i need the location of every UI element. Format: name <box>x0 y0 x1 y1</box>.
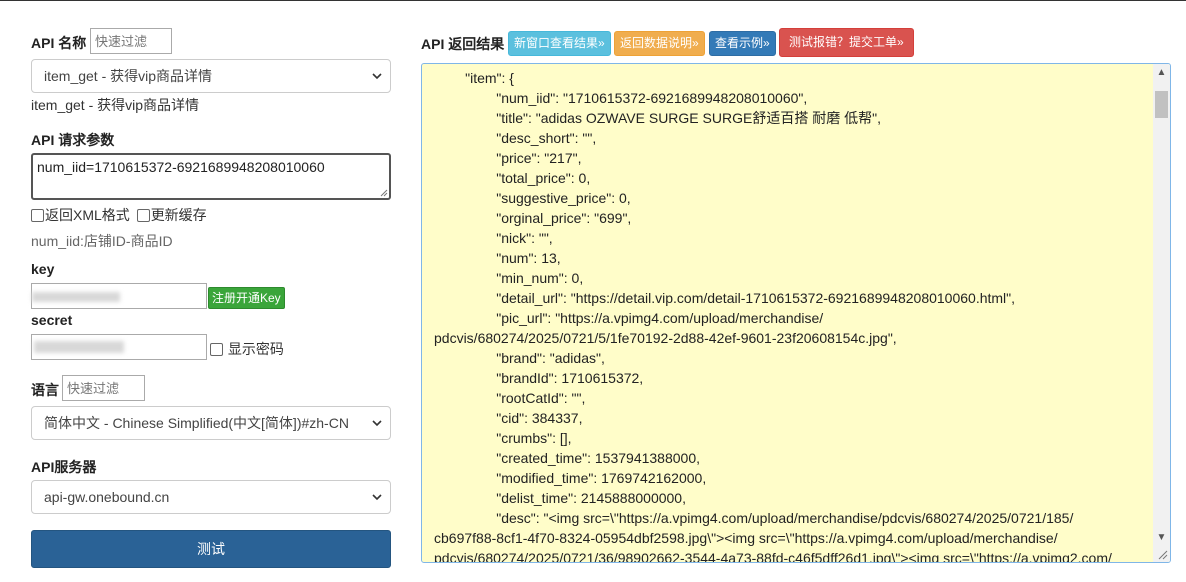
xml-checkbox[interactable] <box>31 209 44 222</box>
result-textarea[interactable]: "item": { "num_iid": "1710615372-6921689… <box>421 63 1171 563</box>
cache-checkbox[interactable] <box>136 209 150 222</box>
language-filter-input[interactable] <box>62 375 145 401</box>
chevron-down-icon <box>372 420 382 427</box>
secret-input[interactable] <box>31 334 207 360</box>
language-select[interactable]: 简体中文 - Chinese Simplified(中文[简体])#zh-CN <box>31 406 391 440</box>
params-value: num_iid=1710615372-6921689948208010060 <box>37 159 325 175</box>
api-select[interactable]: item_get - 获得vip商品详情 <box>31 59 391 93</box>
data-doc-button[interactable]: 返回数据说明» <box>614 31 705 56</box>
scrollbar-thumb[interactable] <box>1155 91 1168 118</box>
param-hint: num_iid:店铺ID-商品ID <box>31 233 173 249</box>
resize-handle-icon[interactable] <box>1156 548 1168 560</box>
api-name-filter-input[interactable] <box>90 28 172 54</box>
register-key-button[interactable]: 注册开通Key <box>208 287 285 309</box>
api-name-label: API 名称 <box>31 35 87 51</box>
params-textarea[interactable]: num_iid=1710615372-6921689948208010060 <box>31 153 391 200</box>
secret-label: secret <box>31 312 73 328</box>
submit-ticket-button[interactable]: 测试报错？提交工单» <box>779 28 914 57</box>
masked-key <box>32 292 120 302</box>
show-password-label[interactable]: 显示密码 <box>228 341 284 357</box>
api-description: item_get - 获得vip商品详情 <box>31 97 200 113</box>
scroll-down-icon[interactable]: ▼ <box>1153 529 1170 546</box>
xml-checkbox-label[interactable]: 返回XML格式 <box>45 207 130 223</box>
result-json-text: "item": { "num_iid": "1710615372-6921689… <box>434 70 1112 563</box>
option-row: 返回XML格式 更新缓存 <box>31 205 207 225</box>
server-label: API服务器 <box>31 459 97 475</box>
server-select-value: api-gw.onebound.cn <box>44 489 170 505</box>
language-select-value: 简体中文 - Chinese Simplified(中文[简体])#zh-CN <box>44 415 349 431</box>
result-scrollbar[interactable]: ▲ ▼ <box>1153 64 1170 562</box>
key-input[interactable] <box>31 283 207 309</box>
key-label: key <box>31 261 55 277</box>
scroll-up-icon[interactable]: ▲ <box>1153 64 1170 81</box>
resize-handle-icon[interactable] <box>378 187 388 197</box>
view-example-button[interactable]: 查看示例» <box>709 31 776 56</box>
result-label: API 返回结果 <box>421 36 505 52</box>
params-label: API 请求参数 <box>31 132 115 148</box>
show-password-checkbox[interactable] <box>210 343 223 356</box>
show-password-row[interactable]: 显示密码 <box>210 339 284 359</box>
language-label: 语言 <box>31 382 59 398</box>
test-button[interactable]: 测试 <box>31 530 391 568</box>
top-border <box>0 0 1186 1</box>
chevron-down-icon <box>372 494 382 501</box>
server-select[interactable]: api-gw.onebound.cn <box>31 480 391 514</box>
cache-checkbox-label[interactable]: 更新缓存 <box>151 207 207 223</box>
api-select-value: item_get - 获得vip商品详情 <box>44 68 213 84</box>
chevron-down-icon <box>372 73 382 80</box>
masked-secret <box>34 341 124 353</box>
new-window-result-button[interactable]: 新窗口查看结果» <box>508 31 611 56</box>
